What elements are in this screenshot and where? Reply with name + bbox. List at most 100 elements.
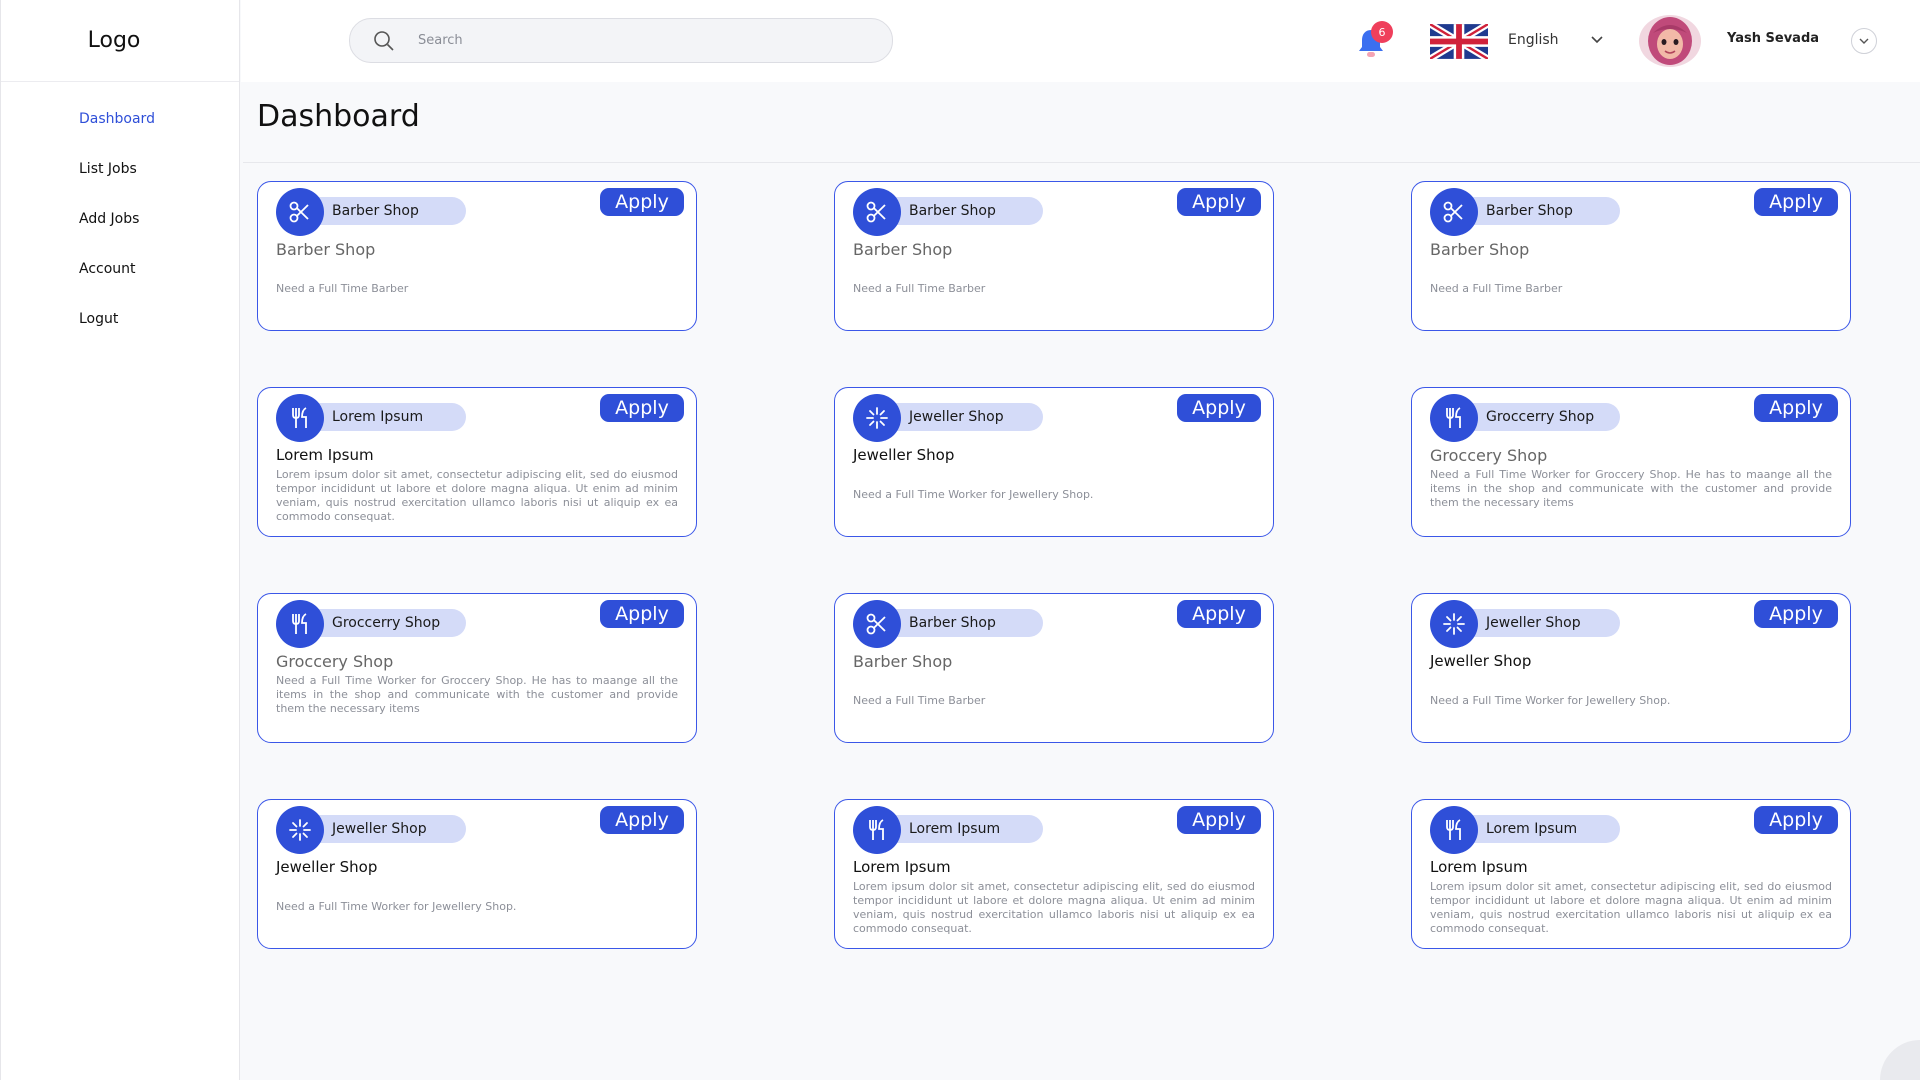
category-pill: Barber Shop (306, 197, 466, 225)
category-label: Jeweller Shop (1486, 615, 1581, 631)
job-description: Lorem ipsum dolor sit amet, consectetur … (1430, 880, 1832, 935)
category-label: Lorem Ipsum (909, 821, 1001, 837)
chevron-down-icon[interactable] (1588, 31, 1606, 49)
apply-button[interactable]: Apply (600, 600, 684, 628)
language-label[interactable]: English (1508, 32, 1559, 48)
sparkle-icon (1430, 600, 1478, 648)
logo-area: Logo (1, 0, 239, 82)
job-card[interactable]: Jeweller Shop Apply Jeweller Shop Need a Fu… (257, 799, 697, 949)
category-pill: Jeweller Shop (1460, 609, 1620, 637)
utensils-icon (276, 394, 324, 442)
job-description: Lorem ipsum dolor sit amet, consectetur … (853, 880, 1255, 935)
corner-decoration (1880, 1040, 1920, 1080)
category-pill: Groccerry Shop (306, 609, 466, 637)
sidebar-item-dashboard[interactable]: Dashboard (1, 94, 239, 144)
search-icon (374, 30, 394, 51)
category-pill: Groccerry Shop (1460, 403, 1620, 431)
category-pill: Barber Shop (1460, 197, 1620, 225)
scissors-icon (853, 188, 901, 236)
category-pill: Lorem Ipsum (883, 815, 1043, 843)
chevron-down-icon (1859, 38, 1869, 44)
category-label: Jeweller Shop (332, 821, 427, 837)
category-pill: Barber Shop (883, 197, 1043, 225)
sidebar-item-add-jobs[interactable]: Add Jobs (1, 194, 239, 244)
job-description: Need a Full Time Barber (1430, 282, 1563, 295)
job-card[interactable]: Lorem Ipsum Apply Lorem Ipsum Lorem ipsum d… (834, 799, 1274, 949)
apply-button[interactable]: Apply (1177, 600, 1261, 628)
search-bar[interactable] (349, 18, 893, 63)
apply-button[interactable]: Apply (1177, 806, 1261, 834)
job-title: Jeweller Shop (853, 446, 955, 464)
category-label: Groccerry Shop (332, 615, 441, 631)
apply-button[interactable]: Apply (600, 188, 684, 216)
job-card[interactable]: Groccerry Shop Apply Groccery Shop Need a F… (1411, 387, 1851, 537)
job-card[interactable]: Lorem Ipsum Apply Lorem Ipsum Lorem ipsum d… (257, 387, 697, 537)
apply-button[interactable]: Apply (600, 394, 684, 422)
job-description: Lorem ipsum dolor sit amet, consectetur … (276, 468, 678, 523)
job-title: Jeweller Shop (276, 858, 378, 876)
utensils-icon (276, 600, 324, 648)
job-title: Barber Shop (276, 240, 376, 259)
job-title: Barber Shop (1430, 240, 1530, 259)
job-description: Need a Full Time Barber (853, 694, 986, 707)
apply-button[interactable]: Apply (1754, 188, 1838, 216)
job-description: Need a Full Time Worker for Jewellery Sh… (1430, 694, 1671, 707)
scissors-icon (853, 600, 901, 648)
logo[interactable]: Logo (88, 28, 141, 53)
sparkle-icon (853, 394, 901, 442)
scissors-icon (1430, 188, 1478, 236)
job-card[interactable]: Groccerry Shop Apply Groccery Shop Need a F… (257, 593, 697, 743)
job-card[interactable]: Lorem Ipsum Apply Lorem Ipsum Lorem ipsum d… (1411, 799, 1851, 949)
sidebar: Logo Dashboard List Jobs Add Jobs Accoun… (0, 0, 240, 1080)
category-pill: Lorem Ipsum (306, 403, 466, 431)
job-title: Groccery Shop (276, 652, 394, 671)
search-input[interactable] (418, 33, 838, 48)
sidebar-item-account[interactable]: Account (1, 244, 239, 294)
job-title: Jeweller Shop (1430, 652, 1532, 670)
apply-button[interactable]: Apply (600, 806, 684, 834)
utensils-icon (1430, 394, 1478, 442)
category-label: Groccerry Shop (1486, 409, 1595, 425)
job-card[interactable]: Barber Shop Apply Barber Shop Need a Full T… (257, 181, 697, 331)
job-card[interactable]: Barber Shop Apply Barber Shop Need a Full T… (1411, 181, 1851, 331)
category-label: Jeweller Shop (909, 409, 1004, 425)
job-card[interactable]: Barber Shop Apply Barber Shop Need a Full T… (834, 181, 1274, 331)
sidebar-item-logout[interactable]: Logut (1, 294, 239, 344)
utensils-icon (1430, 806, 1478, 854)
job-card[interactable]: Jeweller Shop Apply Jeweller Shop Need a Fu… (1411, 593, 1851, 743)
avatar[interactable] (1639, 15, 1701, 67)
uk-flag-icon[interactable] (1430, 24, 1488, 59)
category-label: Lorem Ipsum (1486, 821, 1578, 837)
apply-button[interactable]: Apply (1754, 806, 1838, 834)
apply-button[interactable]: Apply (1754, 600, 1838, 628)
job-card[interactable]: Jeweller Shop Apply Jeweller Shop Need a Fu… (834, 387, 1274, 537)
page-title: Dashboard (257, 99, 420, 134)
scissors-icon (276, 188, 324, 236)
apply-button[interactable]: Apply (1177, 188, 1261, 216)
sidebar-nav: Dashboard List Jobs Add Jobs Account Log… (1, 82, 239, 344)
job-title: Barber Shop (853, 240, 953, 259)
apply-button[interactable]: Apply (1177, 394, 1261, 422)
job-description: Need a Full Time Barber (853, 282, 986, 295)
job-card[interactable]: Barber Shop Apply Barber Shop Need a Full T… (834, 593, 1274, 743)
sparkle-icon (276, 806, 324, 854)
user-name[interactable]: Yash Sevada (1727, 31, 1819, 46)
divider (243, 162, 1920, 163)
avatar-image (1639, 15, 1701, 67)
job-title: Lorem Ipsum (276, 446, 374, 464)
category-pill: Jeweller Shop (883, 403, 1043, 431)
user-menu-toggle[interactable] (1851, 28, 1877, 54)
sidebar-item-list-jobs[interactable]: List Jobs (1, 144, 239, 194)
job-title: Groccery Shop (1430, 446, 1548, 465)
job-title: Lorem Ipsum (1430, 858, 1528, 876)
job-description: Need a Full Time Worker for Jewellery Sh… (853, 488, 1094, 501)
top-header: 6 English Yash Sevada (241, 0, 1920, 82)
category-label: Barber Shop (909, 615, 996, 631)
apply-button[interactable]: Apply (1754, 394, 1838, 422)
category-label: Barber Shop (909, 203, 996, 219)
job-title: Lorem Ipsum (853, 858, 951, 876)
category-pill: Jeweller Shop (306, 815, 466, 843)
job-description: Need a Full Time Worker for Groccery Sho… (276, 674, 678, 715)
job-description: Need a Full Time Worker for Jewellery Sh… (276, 900, 517, 913)
category-label: Lorem Ipsum (332, 409, 424, 425)
